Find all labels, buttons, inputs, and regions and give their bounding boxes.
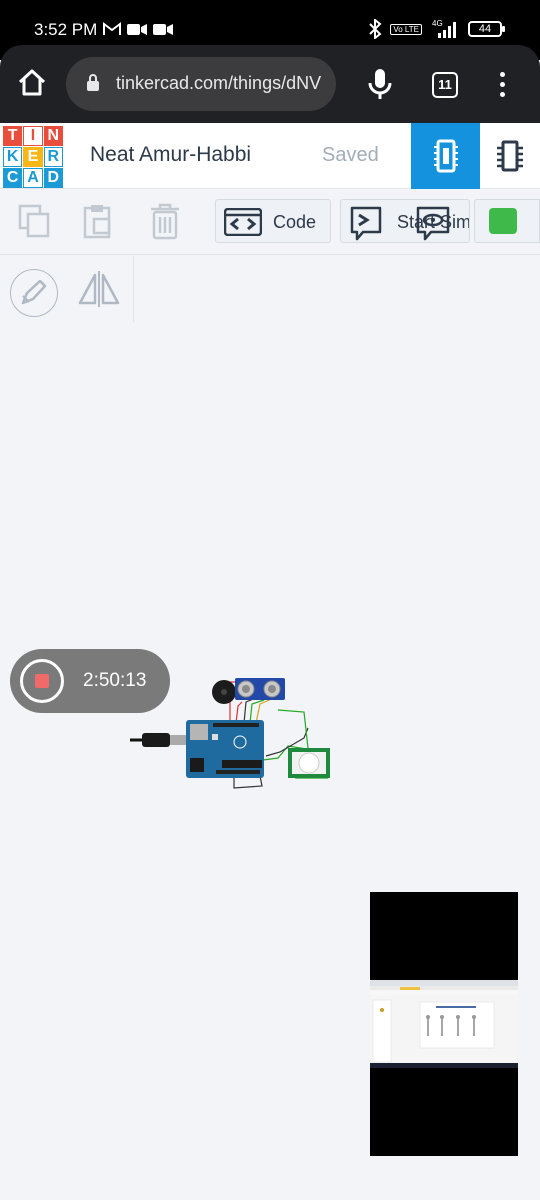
home-button[interactable] <box>16 67 52 103</box>
tinkercad-logo[interactable]: T I N K E R C A D <box>3 126 63 188</box>
code-editor-icon <box>350 206 382 241</box>
simulation-indicator <box>489 208 517 234</box>
system-icons: Vo LTE 4G 44 <box>368 19 505 39</box>
notification-icons <box>103 22 173 36</box>
logo-letter: E <box>23 147 43 167</box>
usb-cable[interactable] <box>130 733 186 747</box>
svg-text:4G: 4G <box>432 19 443 28</box>
logo-letter: C <box>3 168 23 188</box>
annotate-icon <box>21 280 47 305</box>
start-simulation-button[interactable] <box>474 199 540 243</box>
paste-button[interactable] <box>77 201 117 241</box>
design-title[interactable]: Neat Amur-Habbi <box>90 143 251 167</box>
stop-icon <box>35 674 49 688</box>
browser-menu-button[interactable] <box>492 72 512 100</box>
arduino-uno-board[interactable] <box>186 720 264 778</box>
secondary-toolbar <box>0 256 134 322</box>
copy-button[interactable] <box>14 201 54 241</box>
lte-badge: Vo LTE <box>390 23 422 35</box>
tab-switcher-button[interactable]: 11 <box>432 72 458 98</box>
start-simulation-label: Start Simulation <box>397 212 470 232</box>
circuit-view-button[interactable] <box>411 123 480 189</box>
delete-button[interactable] <box>145 201 185 241</box>
flip-button[interactable] <box>77 270 121 313</box>
bluetooth-icon <box>369 19 382 39</box>
pir-motion-sensor[interactable] <box>288 748 330 778</box>
notes-button[interactable] <box>10 269 58 317</box>
app-header: T I N K E R C A D Neat Amur-Habbi Saved <box>0 123 540 189</box>
stop-recording-button[interactable] <box>20 659 64 703</box>
code-button[interactable]: Code <box>215 199 331 243</box>
circuit-canvas[interactable] <box>128 668 338 790</box>
battery-indicator: 44 <box>468 21 505 37</box>
simulation-toggle-button[interactable]: Start Simulation <box>340 199 470 243</box>
piezo-buzzer[interactable] <box>212 680 236 704</box>
logo-letter: T <box>3 126 23 146</box>
video-icon-2 <box>153 23 173 35</box>
status-time: 3:52 PM <box>34 20 98 39</box>
voice-search-button[interactable] <box>366 67 394 106</box>
url-text: tinkercad.com/things/dNV <box>116 73 322 93</box>
logo-letter: D <box>43 168 63 188</box>
logo-letter: N <box>43 126 63 146</box>
preview-content <box>370 980 518 1068</box>
address-bar[interactable]: tinkercad.com/things/dNV <box>66 57 336 111</box>
trash-icon <box>151 203 179 240</box>
logo-letter: I <box>23 126 43 146</box>
signal-icon: 4G <box>432 19 456 38</box>
flip-icon <box>78 271 120 307</box>
schematic-view-button[interactable] <box>480 123 540 189</box>
code-blocks-icon <box>224 208 262 236</box>
editor-toolbar: Code Start Simulation <box>0 189 540 255</box>
logo-letter: A <box>23 168 43 188</box>
breadboard-icon <box>433 139 458 173</box>
ultrasonic-sensor[interactable] <box>235 678 285 700</box>
chip-icon <box>497 140 523 172</box>
clipboard-icon <box>83 205 111 239</box>
floating-video-preview[interactable] <box>370 892 518 1156</box>
logo-letter: R <box>43 147 63 167</box>
microphone-icon <box>368 69 392 99</box>
browser-toolbar: tinkercad.com/things/dNV 11 <box>0 45 540 123</box>
copy-icon <box>18 204 50 238</box>
save-status: Saved <box>322 144 379 166</box>
video-icon <box>127 23 147 35</box>
code-label: Code <box>273 212 317 232</box>
logo-letter: K <box>3 147 23 167</box>
gmail-icon <box>103 22 121 35</box>
home-icon <box>18 69 46 96</box>
preview-screen-thumbnail <box>370 980 518 1068</box>
lock-icon <box>87 74 99 91</box>
